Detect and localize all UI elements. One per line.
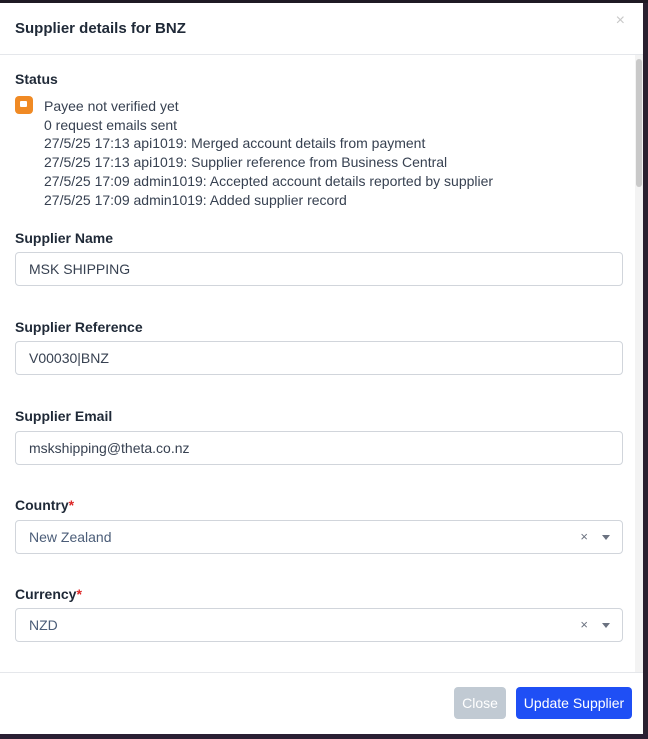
country-select[interactable]: New Zealand × [15, 520, 623, 554]
status-line: 0 request emails sent [44, 116, 178, 133]
country-label-text: Country [15, 497, 69, 513]
supplier-reference-input[interactable]: V00030|BNZ [15, 341, 623, 375]
country-label: Country* [15, 497, 74, 513]
currency-clear-icon[interactable]: × [580, 609, 588, 641]
chevron-down-icon[interactable] [602, 623, 610, 628]
status-line: 27/5/25 17:09 admin1019: Added supplier … [44, 191, 347, 208]
currency-value: NZD [29, 617, 58, 633]
status-heading: Status [15, 71, 58, 87]
currency-label: Currency* [15, 586, 82, 602]
modal-footer: Close Update Supplier [0, 672, 643, 734]
modal-title: Supplier details for BNZ [15, 20, 186, 37]
supplier-reference-label: Supplier Reference [15, 319, 143, 335]
close-icon[interactable]: × [616, 13, 625, 29]
status-line: Payee not verified yet [44, 98, 179, 114]
payee-status-icon [15, 96, 33, 114]
required-marker: * [76, 586, 82, 602]
supplier-name-input[interactable]: MSK SHIPPING [15, 252, 623, 286]
status-line: 27/5/25 17:13 api1019: Merged account de… [44, 135, 426, 152]
supplier-name-value: MSK SHIPPING [29, 261, 131, 277]
supplier-reference-value: V00030|BNZ [29, 350, 109, 366]
modal-body: Status Payee not verified yet 0 request … [0, 55, 635, 672]
supplier-name-label: Supplier Name [15, 230, 114, 246]
supplier-email-input[interactable]: mskshipping@theta.co.nz [15, 431, 623, 465]
currency-select[interactable]: NZD × [15, 608, 623, 642]
update-supplier-button[interactable]: Update Supplier [516, 687, 632, 719]
status-line: 27/5/25 17:13 api1019: Supplier referenc… [44, 154, 448, 171]
country-value: New Zealand [29, 529, 112, 545]
country-clear-icon[interactable]: × [580, 521, 588, 553]
supplier-email-label: Supplier Email [15, 408, 113, 424]
supplier-email-value: mskshipping@theta.co.nz [29, 440, 190, 456]
status-line: 27/5/25 17:09 admin1019: Accepted accoun… [44, 172, 494, 189]
scrollbar-thumb[interactable] [636, 59, 642, 187]
required-marker: * [68, 497, 75, 513]
currency-label-text: Currency [15, 586, 77, 602]
status-log: Payee not verified yet 0 request emails … [44, 97, 493, 209]
supplier-details-modal: Supplier details for BNZ × Status Payee … [0, 3, 643, 734]
backdrop-bottom [0, 734, 648, 739]
chevron-down-icon[interactable] [602, 535, 610, 540]
modal-header: Supplier details for BNZ × [0, 3, 643, 55]
close-button[interactable]: Close [454, 687, 506, 719]
